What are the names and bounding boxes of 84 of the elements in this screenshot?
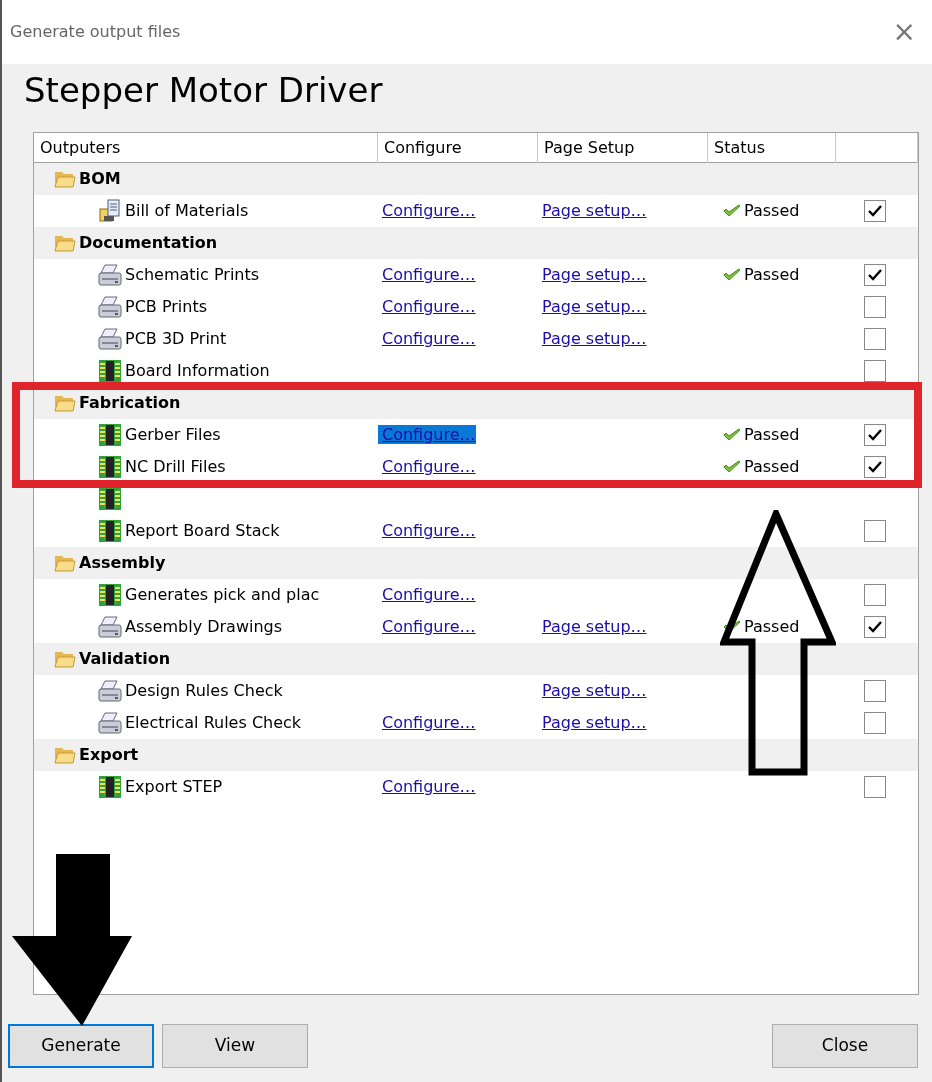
- dialog-button[interactable]: Generate: [8, 1024, 154, 1068]
- printer-icon: [98, 712, 122, 734]
- configure-link[interactable]: Configure…: [378, 265, 476, 284]
- folder-icon: [54, 554, 76, 572]
- group-name[interactable]: Documentation: [79, 231, 218, 255]
- circuit-board-icon: [98, 455, 122, 479]
- circuit-board-icon: [98, 487, 122, 511]
- printer-icon: [98, 616, 122, 638]
- configure-link[interactable]: Configure…: [378, 329, 476, 348]
- checkbox[interactable]: [864, 296, 886, 318]
- checkbox[interactable]: [864, 456, 886, 478]
- configure-link[interactable]: Configure…: [378, 617, 476, 636]
- circuit-board-icon: [98, 423, 122, 447]
- configure-link[interactable]: Configure…: [378, 457, 476, 476]
- circuit-board-icon: [98, 583, 122, 607]
- folder-icon: [54, 394, 76, 412]
- group-name[interactable]: Fabrication: [79, 391, 181, 415]
- folder-icon: [54, 234, 76, 252]
- folder-icon: [54, 170, 76, 188]
- check-icon: [722, 203, 742, 219]
- check-icon: [722, 267, 742, 283]
- outputer-name[interactable]: Export STEP: [125, 775, 223, 799]
- checkbox[interactable]: [864, 776, 886, 798]
- printer-icon: [98, 328, 122, 350]
- checkbox[interactable]: [864, 424, 886, 446]
- checkbox[interactable]: [864, 616, 886, 638]
- checkbox[interactable]: [864, 680, 886, 702]
- outputer-name[interactable]: Schematic Prints: [125, 263, 260, 287]
- group-name[interactable]: BOM: [79, 167, 121, 191]
- outputer-name[interactable]: Report Board Stack: [125, 519, 280, 543]
- outputer-name[interactable]: Gerber Files: [125, 423, 221, 447]
- checkbox[interactable]: [864, 712, 886, 734]
- project-title: Stepper Motor Driver: [23, 69, 384, 112]
- dialog-button[interactable]: View: [162, 1024, 308, 1068]
- checkbox[interactable]: [864, 200, 886, 222]
- page-setup-link[interactable]: Page setup…: [538, 713, 647, 732]
- checkbox[interactable]: [864, 264, 886, 286]
- configure-link[interactable]: Configure…: [378, 521, 476, 540]
- checkbox[interactable]: [864, 360, 886, 382]
- outputer-name[interactable]: Bill of Materials: [125, 199, 249, 223]
- dialog-button[interactable]: Close: [772, 1024, 918, 1068]
- page-setup-link[interactable]: Page setup…: [538, 617, 647, 636]
- page-setup-link[interactable]: Page setup…: [538, 681, 647, 700]
- page-setup-link[interactable]: Page setup…: [538, 265, 647, 284]
- outputer-name[interactable]: Design Rules Check: [125, 679, 283, 703]
- circuit-board-icon: [98, 519, 122, 543]
- outputer-name[interactable]: NC Drill Files: [125, 455, 226, 479]
- configure-link[interactable]: Configure…: [378, 201, 476, 220]
- checkbox[interactable]: [864, 328, 886, 350]
- status-text: Passed: [744, 264, 800, 286]
- status-text: Passed: [744, 456, 800, 478]
- group-name[interactable]: Export: [79, 743, 139, 767]
- printer-icon: [98, 264, 122, 286]
- close-button[interactable]: ×: [888, 18, 920, 46]
- outputer-name[interactable]: PCB Prints: [125, 295, 208, 319]
- configure-link[interactable]: Configure…: [378, 713, 476, 732]
- checkbox[interactable]: [864, 584, 886, 606]
- outputer-name[interactable]: PCB 3D Print: [125, 327, 227, 351]
- configure-link[interactable]: Configure…: [378, 585, 476, 604]
- page-setup-link[interactable]: Page setup…: [538, 329, 647, 348]
- outputer-name[interactable]: Electrical Rules Check: [125, 711, 302, 735]
- circuit-board-icon: [98, 359, 122, 383]
- page-setup-link[interactable]: Page setup…: [538, 297, 647, 316]
- configure-link[interactable]: Configure…: [378, 297, 476, 316]
- window-title: Generate output files: [10, 21, 181, 43]
- folder-icon: [54, 746, 76, 764]
- document-icon: [98, 199, 122, 223]
- group-name[interactable]: Assembly: [79, 551, 166, 575]
- printer-icon: [98, 296, 122, 318]
- page-setup-link[interactable]: Page setup…: [538, 201, 647, 220]
- circuit-board-icon: [98, 775, 122, 799]
- checkbox[interactable]: [864, 520, 886, 542]
- printer-icon: [98, 680, 122, 702]
- check-icon: [722, 427, 742, 443]
- outputer-name[interactable]: Board Information: [125, 359, 270, 383]
- group-name[interactable]: Validation: [79, 647, 171, 671]
- status-text: Passed: [744, 424, 800, 446]
- configure-link[interactable]: Configure…: [378, 777, 476, 796]
- folder-icon: [54, 650, 76, 668]
- outputer-name[interactable]: Generates pick and plac: [125, 583, 320, 607]
- status-text: Passed: [744, 200, 800, 222]
- check-icon: [722, 459, 742, 475]
- status-text: Passed: [744, 616, 800, 638]
- outputer-name[interactable]: Assembly Drawings: [125, 615, 283, 639]
